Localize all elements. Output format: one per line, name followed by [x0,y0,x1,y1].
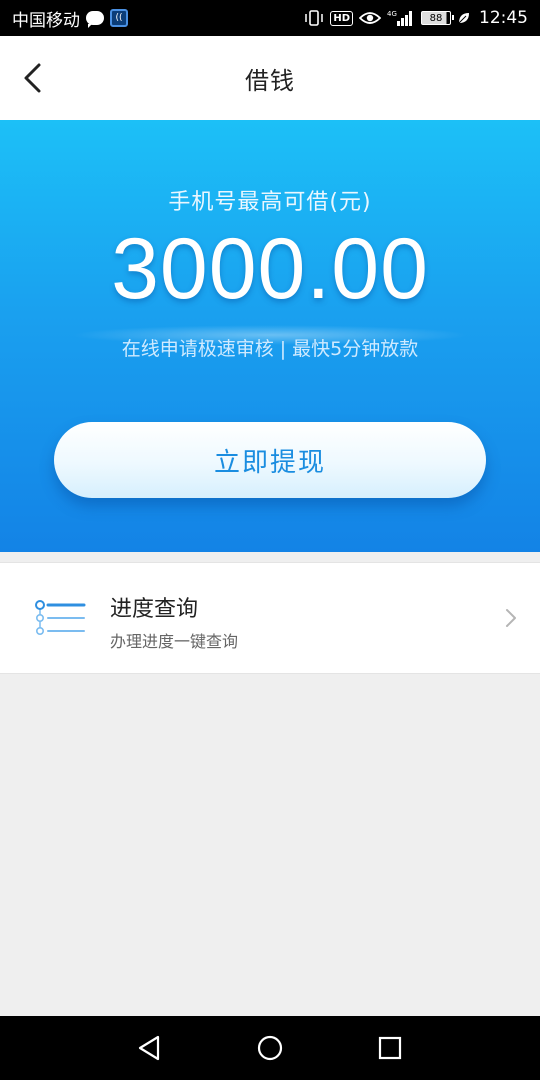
page-title: 借钱 [245,66,295,95]
back-button[interactable] [12,58,52,98]
recent-square-icon[interactable] [376,1034,404,1062]
chevron-right-icon [506,609,516,627]
progress-query-description: 办理进度一键查询 [110,632,239,651]
home-circle-icon[interactable] [256,1034,284,1062]
carrier-label: 中国移动 [12,10,80,31]
leaf-icon [457,11,471,25]
hd-icon: HD [330,10,353,26]
loan-hero-panel: 手机号最高可借(元) 3000.00 在线申请极速审核 | 最快5分钟放款 立即… [0,120,540,552]
network-type-label: 4G [387,10,397,18]
status-right: HD 4G 88 12:45 [304,8,528,28]
progress-query-item[interactable]: 进度查询 办理进度一键查询 [0,562,540,674]
list-progress-icon [35,600,86,635]
vibrate-icon [304,10,324,26]
limit-amount: 3000.00 [111,221,429,317]
clock: 12:45 [479,8,528,28]
signal-icon: 4G [387,9,415,27]
chevron-left-icon [24,63,41,93]
chat-notification-icon [86,11,104,28]
app-header: 借钱 [0,36,540,120]
withdraw-now-label: 立即提现 [213,447,326,478]
battery-icon: 88 [421,11,454,25]
back-triangle-icon[interactable] [136,1034,164,1062]
progress-query-title: 进度查询 [110,597,199,622]
system-nav-bar [0,1016,540,1080]
withdraw-now-button[interactable]: 立即提现 [54,422,486,498]
status-bar: 中国移动 (( HD 4G 88 12:45 [0,0,540,36]
limit-label: 手机号最高可借(元) [168,190,372,215]
approval-tagline: 在线申请极速审核 | 最快5分钟放款 [121,338,419,360]
eye-icon [359,11,381,25]
status-left: 中国移动 (( [12,6,128,31]
network-app-icon: (( [110,9,128,27]
